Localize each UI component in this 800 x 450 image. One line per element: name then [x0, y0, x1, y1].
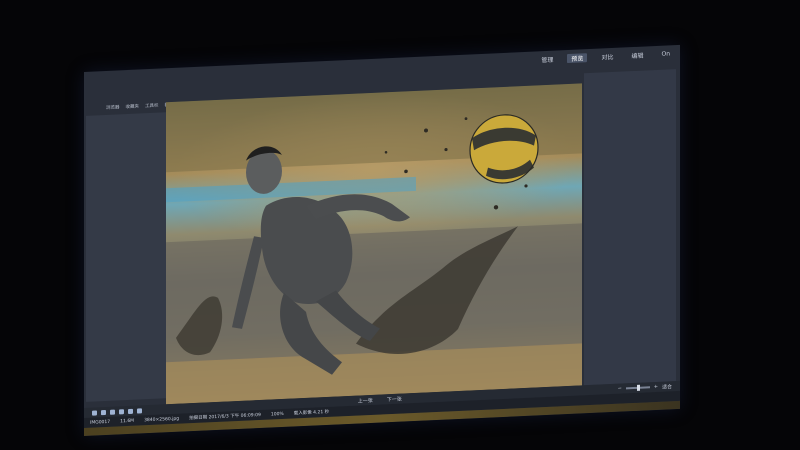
- rotate-icon[interactable]: [92, 409, 97, 416]
- module-online[interactable]: On: [657, 50, 674, 58]
- info-icon[interactable]: [128, 408, 133, 414]
- status-filesize: 11.6M: [120, 418, 135, 424]
- nav-buttons: 上一张 下一张: [358, 395, 402, 404]
- module-bar: 管理 预览 对比 编辑 On: [537, 47, 674, 65]
- status-load-time: 载入影像 4.21 秒: [293, 409, 330, 417]
- next-button[interactable]: 下一张: [387, 395, 402, 403]
- tool-icons: [92, 407, 142, 416]
- module-compare[interactable]: 对比: [597, 51, 617, 61]
- flip-icon[interactable]: [101, 409, 106, 415]
- settings-icon[interactable]: [137, 407, 142, 414]
- right-panel: [584, 69, 676, 386]
- left-panel: [86, 112, 166, 402]
- prev-button[interactable]: 上一张: [358, 396, 373, 404]
- status-zoom: 100%: [270, 411, 284, 418]
- module-edit[interactable]: 编辑: [627, 50, 647, 60]
- photo-preview[interactable]: [166, 83, 582, 405]
- menu-toolbar[interactable]: 工具栏: [145, 103, 159, 114]
- module-preview[interactable]: 预览: [567, 52, 588, 63]
- monitor-screen: 管理 预览 对比 编辑 On 浏览器 收藏夹 工具栏 获取器: [84, 44, 680, 437]
- zoom-slider[interactable]: [625, 386, 650, 390]
- status-dimensions: 3840×2560.jpg: [144, 416, 180, 423]
- status-filename: IMG0017: [90, 419, 111, 426]
- mud-football-photo: [166, 83, 582, 405]
- module-manage[interactable]: 管理: [537, 54, 557, 64]
- crop-icon[interactable]: [110, 409, 115, 415]
- zoom-out-icon[interactable]: −: [618, 386, 622, 392]
- edit-icon[interactable]: [119, 408, 124, 414]
- zoom-value[interactable]: 适合: [662, 383, 672, 390]
- menu-browser[interactable]: 浏览器: [106, 104, 120, 115]
- zoom-in-icon[interactable]: +: [654, 384, 658, 390]
- menu-favorites[interactable]: 收藏夹: [126, 104, 140, 115]
